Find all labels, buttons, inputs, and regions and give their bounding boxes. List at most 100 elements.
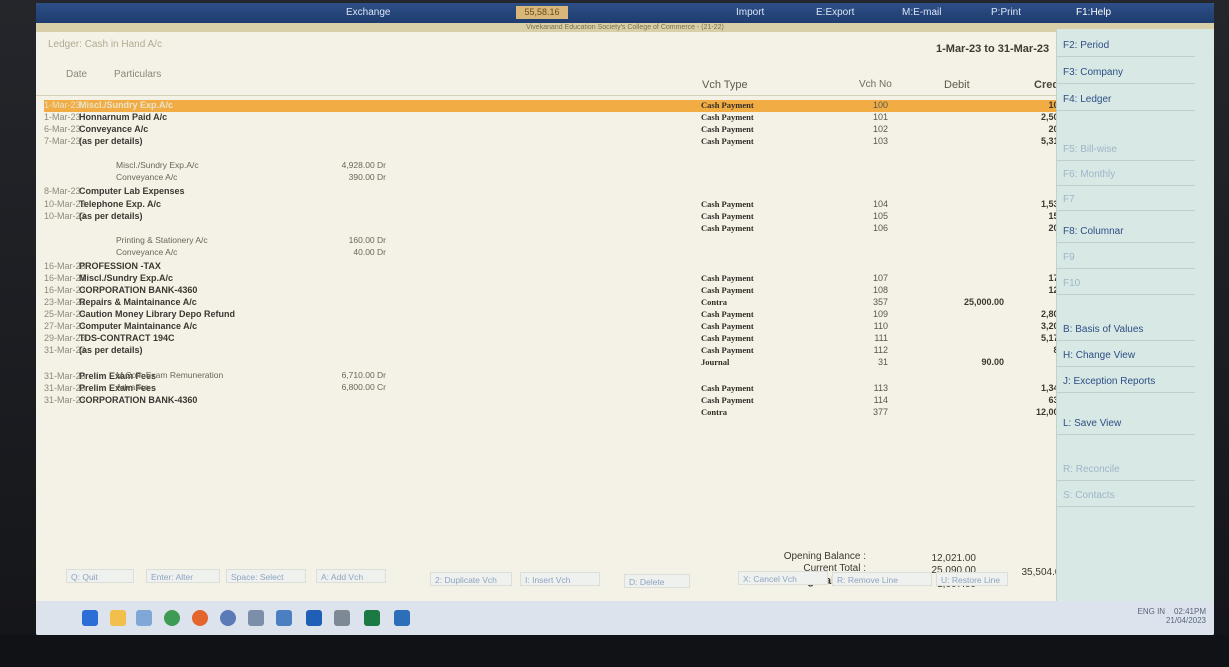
panel-button[interactable]: F6: Monthly [1057, 164, 1195, 186]
voucher-row[interactable]: 31-Mar-23 CORPORATION BANK-4360 Cash Payme… [44, 395, 1076, 407]
voucher-row[interactable]: 8-Mar-23 Computer Lab Expenses [44, 186, 1058, 198]
row-particulars: Conveyance A/c [79, 124, 149, 134]
panel-button[interactable]: R: Reconcile [1057, 459, 1195, 481]
panel-button-label: F6: Monthly [1063, 169, 1116, 180]
row-vch-type: Contra [701, 297, 727, 307]
voucher-row[interactable]: 16-Mar-23 Miscl./Sundry Exp.A/c Cash Payme… [44, 273, 1076, 285]
voucher-row[interactable]: 1-Mar-23 Miscl./Sundry Exp.A/c Cash Paymen… [44, 100, 1076, 112]
row-vch-type: Cash Payment [701, 100, 754, 110]
function-button[interactable]: Space: Select [226, 569, 306, 583]
function-button[interactable]: 2: Duplicate Vch [430, 572, 512, 586]
panel-button[interactable]: F3: Company [1057, 62, 1195, 84]
panel-button[interactable]: H: Change View [1057, 345, 1195, 367]
voucher-row[interactable]: 6-Mar-23Conveyance A/cCash Payment102200… [44, 124, 1076, 136]
function-bar: Q: Quit Enter: Alter Space: Select A: Add V… [36, 569, 1056, 599]
voucher-row[interactable]: 16-Mar-23 CORPORATION BANK-4360 Cash Payme… [44, 285, 1076, 297]
col-vch-no: Vch No [859, 79, 892, 90]
panel-button[interactable]: F2: Period [1057, 35, 1195, 57]
function-button[interactable]: A: Add Vch [316, 569, 386, 583]
menu-help[interactable]: F1:Help [1076, 7, 1111, 18]
row-particulars: Caution Money Library Depo Refund [79, 309, 236, 319]
voucher-row[interactable]: 25-Mar-23 Caution Money Library Depo Refu… [44, 309, 1076, 321]
excel-icon[interactable] [364, 610, 380, 626]
voucher-row[interactable]: 16-Mar-23 PROFESSION -TAX [44, 261, 1058, 273]
row-vch-type: Cash Payment [701, 273, 754, 283]
app-icon[interactable] [220, 610, 236, 626]
panel-button-label: F5: Bill-wise [1063, 144, 1117, 155]
mail-icon[interactable] [136, 610, 152, 626]
detail-ledger: Conveyance A/c [116, 172, 178, 182]
function-button[interactable]: Q: Quit [66, 569, 134, 583]
detail-amount: 6,800.00 Cr [341, 382, 386, 392]
tally-prime-icon[interactable] [394, 610, 410, 626]
voucher-row[interactable]: Contra37712,000.00 [44, 407, 1076, 419]
file-explorer-icon[interactable] [110, 610, 126, 626]
menu-print[interactable]: P:Print [991, 7, 1021, 18]
row-date: 6-Mar-23 [44, 124, 81, 134]
row-particulars: Telephone Exp. A/c [79, 199, 162, 209]
menu-exchange[interactable]: Exchange [346, 7, 390, 18]
row-vch-type: Cash Payment [701, 383, 754, 393]
function-button[interactable]: Enter: Alter [146, 569, 220, 583]
function-button[interactable]: U: Restore Line [936, 572, 1008, 586]
photos-icon[interactable] [248, 610, 264, 626]
row-vch-no: 100 [872, 100, 888, 110]
clock-time[interactable]: 02:41PM [1174, 607, 1206, 616]
panel-button-label: F9 [1063, 252, 1075, 263]
voucher-row[interactable]: 23-Mar-23 Repairs & Maintainance A/c Contr… [44, 297, 1058, 309]
clock-date[interactable]: 21/04/2023 [1166, 616, 1206, 625]
word-icon[interactable] [306, 610, 322, 626]
voucher-row[interactable]: 27-Mar-23 Computer Maintainance A/c Cash P… [44, 321, 1076, 333]
panel-button[interactable]: F4: Ledger [1057, 89, 1195, 111]
row-vch-no: 377 [872, 407, 888, 417]
voucher-row[interactable]: 1-Mar-23 Honnarnum Paid A/c Cash Payment 10… [44, 112, 1076, 124]
right-button-panel: F2: Period F3: Company F4: Ledger F5: Bill-… [1056, 29, 1214, 635]
function-button[interactable]: R: Remove Line [832, 572, 932, 586]
menu-export[interactable]: E:Export [816, 7, 854, 18]
voucher-row[interactable]: 31-Mar-23 (as per details) Cash Payment 112… [44, 345, 1076, 357]
function-button[interactable]: I: Insert Vch [520, 572, 600, 586]
row-vch-type: Cash Payment [701, 211, 754, 221]
voucher-row[interactable]: Cash Payment106200.00 [44, 223, 1076, 235]
menu-email[interactable]: M:E-mail [902, 7, 941, 18]
tally-window: Exchange 55,58.16 Import E:Export M:E-ma… [36, 3, 1214, 635]
panel-button-label: H: Change View [1063, 350, 1136, 361]
voucher-row[interactable]: 29-Mar-23 TDS-CONTRACT 194C Cash Payment 11… [44, 333, 1076, 345]
firefox-icon[interactable] [192, 610, 208, 626]
panel-button[interactable]: F10 [1057, 273, 1195, 295]
detail-amount: 40.00 Dr [353, 247, 386, 257]
function-button[interactable]: D: Delete [624, 574, 690, 588]
detail-amount: 4,928.00 Dr [341, 160, 386, 170]
chrome-icon[interactable] [164, 610, 180, 626]
system-tray: ENG IN 02:41PM 21/04/2023 [1138, 607, 1207, 625]
panel-button[interactable]: F7 [1057, 189, 1195, 211]
panel-button[interactable]: F9 [1057, 247, 1195, 269]
row-vch-type: Cash Payment [701, 309, 754, 319]
voucher-row[interactable]: 10-Mar-23 Telephone Exp. A/c Cash Payment 1… [44, 199, 1076, 211]
panel-button[interactable]: F5: Bill-wise [1057, 139, 1195, 161]
function-button[interactable]: X: Cancel Vch [738, 571, 828, 585]
detail-ledger: Miscl./Sundry Exp.A/c [116, 160, 199, 170]
voucher-row[interactable]: 7-Mar-23(as per details)Cash Payment1035… [44, 136, 1076, 148]
start-icon[interactable] [82, 610, 98, 626]
row-vch-type: Cash Payment [701, 112, 754, 122]
panel-button[interactable]: F8: Columnar [1057, 221, 1195, 243]
panel-button-label: S: Contacts [1063, 490, 1115, 501]
panel-button-label: F7 [1063, 194, 1075, 205]
edge-icon[interactable] [276, 610, 292, 626]
row-vch-no: 108 [872, 285, 888, 295]
menu-import[interactable]: Import [736, 7, 764, 18]
period-range: 1-Mar-23 to 31-Mar-23 [936, 43, 1050, 55]
panel-button[interactable]: S: Contacts [1057, 485, 1195, 507]
tally-icon[interactable] [334, 610, 350, 626]
language-indicator[interactable]: ENG [1138, 607, 1155, 616]
voucher-row[interactable]: 10-Mar-23 (as per details) Cash Payment 105… [44, 211, 1076, 223]
row-vch-no: 112 [873, 345, 888, 355]
panel-button[interactable]: L: Save View [1057, 413, 1195, 435]
panel-button[interactable]: B: Basis of Values [1057, 319, 1195, 341]
gateway-field[interactable]: 55,58.16 [516, 6, 568, 19]
row-particulars: Computer Maintainance A/c [79, 321, 198, 331]
voucher-row[interactable]: Journal 31 90.00 [44, 357, 1058, 369]
panel-button[interactable]: J: Exception Reports [1057, 371, 1195, 393]
detail-ledger: Printing & Stationery A/c [116, 235, 208, 245]
